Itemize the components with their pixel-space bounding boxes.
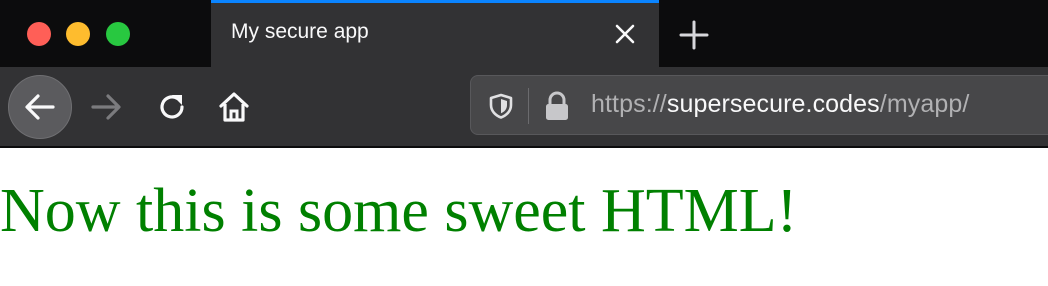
close-window-button[interactable] <box>27 22 51 46</box>
url-host: supersecure.codes <box>666 90 880 118</box>
zoom-window-button[interactable] <box>106 22 130 46</box>
page-content: Now this is some sweet HTML! <box>0 148 1048 286</box>
minimize-window-button[interactable] <box>66 22 90 46</box>
url-scheme: https:// <box>591 90 667 118</box>
active-tab-indicator <box>211 0 659 3</box>
lock-icon[interactable] <box>543 90 571 122</box>
home-button[interactable] <box>202 75 266 139</box>
tab-title: My secure app <box>231 20 369 43</box>
url-bar[interactable]: https://supersecure.codes/myapp/ <box>470 75 1048 135</box>
arrow-left-icon <box>25 94 55 120</box>
forward-button[interactable] <box>74 75 138 139</box>
url-text[interactable]: https://supersecure.codes/myapp/ <box>591 90 969 119</box>
home-icon <box>219 92 249 122</box>
url-bar-divider <box>528 88 529 124</box>
tab-my-secure-app[interactable]: My secure app <box>211 0 659 67</box>
plus-icon[interactable] <box>678 19 710 51</box>
arrow-right-icon <box>91 94 121 120</box>
shield-icon[interactable] <box>487 92 515 120</box>
close-icon[interactable] <box>613 22 637 46</box>
reload-button[interactable] <box>140 75 204 139</box>
back-button[interactable] <box>8 75 72 139</box>
url-path: /myapp/ <box>879 90 970 118</box>
page-heading: Now this is some sweet HTML! <box>0 177 798 245</box>
reload-icon <box>160 95 184 119</box>
title-bar: My secure app <box>0 0 1048 67</box>
navigation-toolbar: https://supersecure.codes/myapp/ <box>0 67 1048 147</box>
